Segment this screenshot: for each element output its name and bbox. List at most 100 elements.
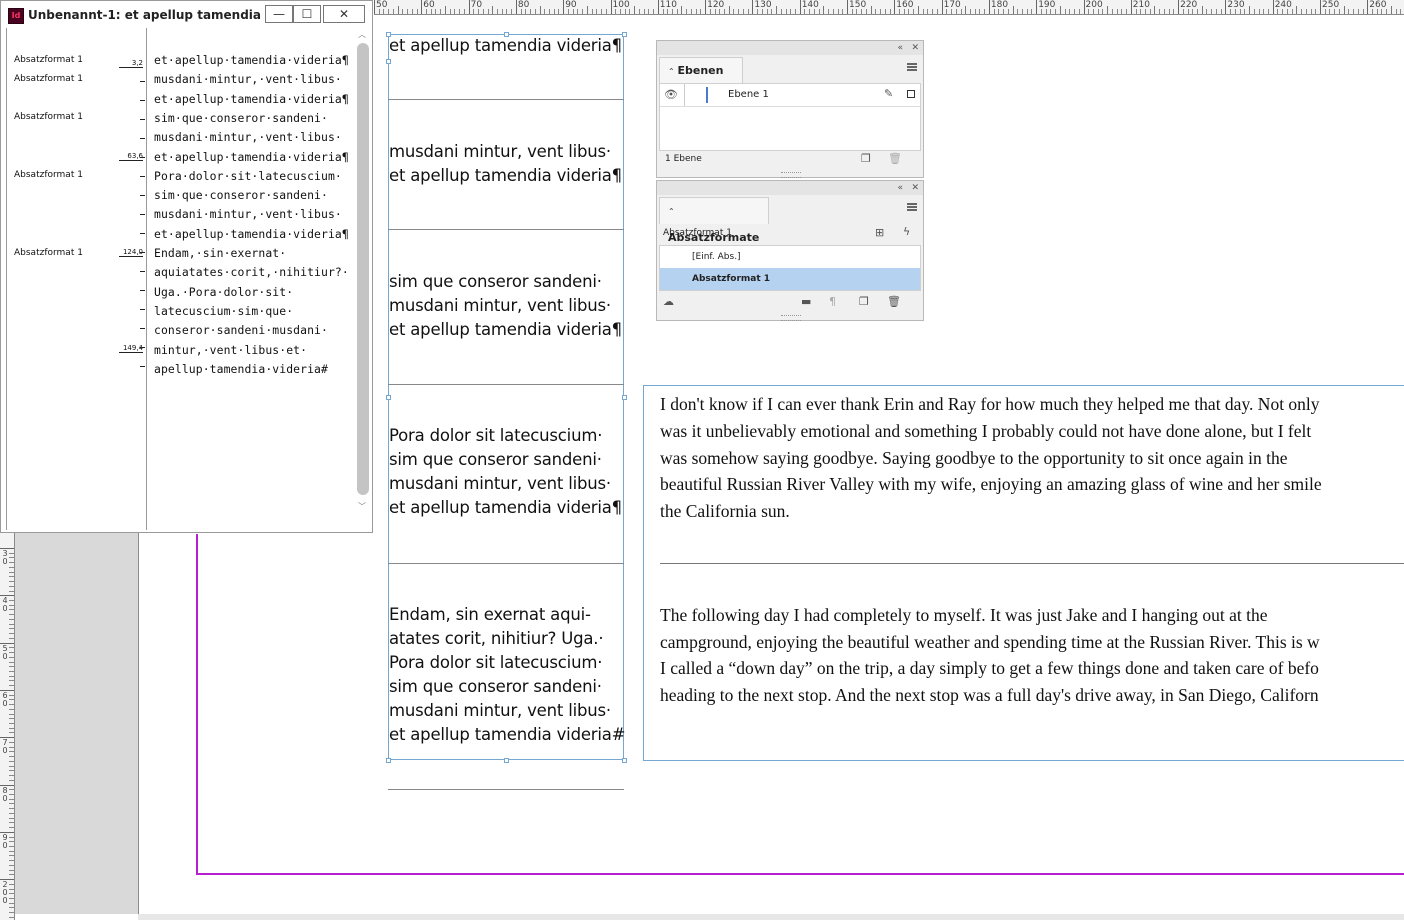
frame-handle[interactable] [386, 395, 391, 400]
layer-select-square[interactable] [907, 90, 915, 98]
ruler-tick [856, 9, 858, 14]
ruler-label: 60 [423, 0, 435, 10]
cloud-icon[interactable]: ☁ [663, 296, 674, 308]
new-style-icon[interactable]: ❐ [859, 296, 869, 308]
ruler-tick [9, 741, 14, 743]
story-line: musdani·mintur,·vent·libus· [154, 207, 342, 222]
ruler-tick [1381, 9, 1383, 14]
ruler-tick [1367, 0, 1369, 14]
ruler-tick [1064, 9, 1066, 14]
eye-icon[interactable]: 👁 [664, 89, 678, 101]
new-style-from-selection-icon[interactable]: ⊞ [875, 227, 884, 239]
lightning-icon[interactable]: ϟ [903, 226, 910, 238]
new-layer-icon[interactable]: ❐ [861, 153, 871, 165]
ruler-tick [9, 869, 14, 871]
trash-icon[interactable]: 🗑 [888, 153, 902, 165]
ruler-tick [9, 557, 14, 559]
close-panel-icon[interactable]: ✕ [911, 182, 919, 194]
pencil-icon[interactable]: ✎ [884, 88, 893, 100]
story-editor-scroll-thumb[interactable] [357, 43, 369, 495]
style-item-absatzformat-1[interactable]: Absatzformat 1 [660, 268, 920, 290]
layer-name[interactable]: Ebene 1 [728, 89, 769, 100]
frame-handle[interactable] [504, 32, 509, 37]
story-line: et·apellup·tamendia·videria¶ [154, 53, 349, 67]
ruler-tick [766, 9, 768, 14]
depth-tick [140, 309, 145, 310]
ruler-tick [392, 9, 394, 14]
ruler-tick [1192, 9, 1194, 14]
story-editor-window[interactable]: Id Unbenannt-1: et apellup tamendia ... … [0, 0, 373, 533]
clear-overrides-icon[interactable]: ¶ [829, 296, 836, 308]
ruler-tick [9, 704, 14, 706]
story-line: aquiatates·corit,·nihitiur?· [154, 265, 349, 280]
ruler-tick [998, 9, 1000, 14]
ruler-tick [936, 9, 938, 14]
layer-row[interactable]: 👁 Ebene 1 ✎ [660, 84, 920, 107]
layers-list[interactable]: 👁 Ebene 1 ✎ [659, 83, 921, 151]
story-editor-titlebar[interactable]: Id Unbenannt-1: et apellup tamendia ... … [1, 1, 372, 28]
styles-list[interactable]: [Einf. Abs.] Absatzformat 1 [659, 245, 921, 291]
frame-handle[interactable] [386, 59, 391, 64]
tab-absatzformate[interactable]: ⌃ Absatzformate [659, 197, 769, 244]
ruler-tick [790, 9, 792, 14]
frame-handle[interactable] [622, 395, 627, 400]
paragraph-rule [388, 563, 624, 564]
ruler-tick [776, 6, 778, 14]
panel-menu-icon[interactable] [907, 203, 917, 211]
horizontal-scrollbar[interactable] [138, 914, 1404, 920]
ruler-tick [1258, 9, 1260, 14]
ruler-tick [1282, 9, 1284, 14]
panel-header-bar[interactable]: « ✕ [657, 181, 923, 195]
ruler-tick [9, 893, 14, 895]
close-button[interactable]: ✕ [323, 5, 365, 23]
paragraph-styles-panel[interactable]: « ✕ ⌃ Absatzformate Absatzformat 1 ⊞ ϟ [… [656, 180, 924, 321]
collapse-panel-icon[interactable]: « [897, 42, 903, 54]
ruler-tick [1353, 9, 1355, 14]
scroll-up-icon[interactable]: ︿ [358, 29, 366, 40]
ruler-tick [9, 912, 14, 914]
horizontal-ruler[interactable]: 50 60 70 80 90 100 110 120 130 140 150 160 170 180 190… [374, 0, 1404, 15]
ruler-tick [591, 9, 593, 14]
ruler-tick [899, 9, 901, 14]
ruler-tick [752, 0, 754, 14]
ruler-tick [917, 6, 919, 14]
ruler-tick [9, 666, 14, 668]
ruler-tick [9, 552, 14, 554]
style-item-basic[interactable]: [Einf. Abs.] [660, 246, 920, 268]
frame-handle[interactable] [386, 758, 391, 763]
ruler-label: 90 [565, 0, 577, 10]
frame-handle[interactable] [386, 32, 391, 37]
ruler-tick [780, 9, 782, 14]
ruler-tick [1230, 9, 1232, 14]
depth-tick [140, 366, 145, 367]
folder-icon[interactable]: ▬ [801, 296, 811, 308]
ruler-tick [804, 9, 806, 14]
panel-header-bar[interactable]: « ✕ [657, 41, 923, 55]
story-line: mintur,·vent·libus·et· [154, 342, 308, 357]
trash-icon[interactable]: 🗑 [887, 296, 901, 308]
ruler-tick [728, 6, 730, 14]
panel-menu-icon[interactable] [907, 63, 917, 71]
ruler-tick [794, 9, 796, 14]
frame-handle[interactable] [504, 758, 509, 763]
ruler-tick [449, 9, 451, 14]
resize-grip-icon[interactable] [781, 172, 801, 178]
collapse-panel-icon[interactable]: « [897, 182, 903, 194]
ruler-tick [1159, 9, 1161, 14]
tab-ebenen[interactable]: ⌃ Ebenen [659, 57, 743, 84]
minimize-button[interactable]: — [265, 5, 293, 23]
ruler-tick [9, 770, 14, 772]
scroll-down-icon[interactable]: ﹀ [358, 501, 366, 512]
maximize-button[interactable]: ☐ [293, 5, 321, 23]
close-panel-icon[interactable]: ✕ [911, 42, 919, 54]
frame-handle[interactable] [622, 32, 627, 37]
story-text-line: campground, enjoying the beautiful weath… [660, 631, 1320, 652]
layers-panel[interactable]: « ✕ ⌃ Ebenen 👁 Ebene 1 ✎ 1 Ebene ❐ 🗑 [656, 40, 924, 178]
ruler-label: 80 [2, 785, 8, 803]
ruler-label: 90 [2, 832, 8, 850]
ruler-tick [1007, 9, 1009, 14]
frame-handle[interactable] [622, 758, 627, 763]
ruler-tick [690, 9, 692, 14]
resize-grip-icon[interactable] [781, 315, 801, 321]
ruler-tick [1144, 9, 1146, 14]
